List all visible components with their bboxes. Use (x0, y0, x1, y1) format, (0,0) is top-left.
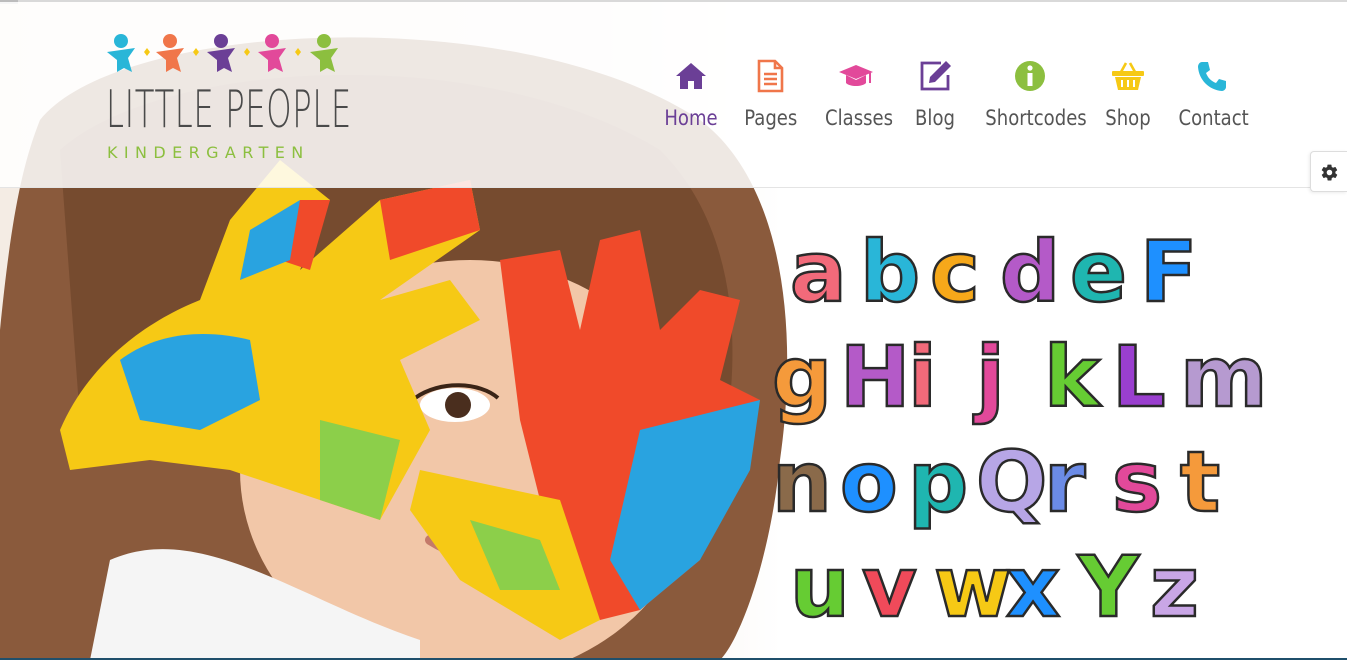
alphabet-letter: z (1149, 538, 1200, 636)
edit-icon (920, 61, 951, 91)
alphabet-letter: i (907, 328, 938, 426)
nav-pages-label: Pages (744, 106, 798, 130)
alphabet-letter: c (929, 223, 981, 321)
home-icon (676, 63, 706, 89)
basket-icon (1112, 62, 1144, 90)
nav-shop-label: Shop (1105, 106, 1151, 130)
gear-icon (1321, 164, 1338, 181)
alphabet-letter: b (859, 223, 922, 321)
logo-subtitle: KINDERGARTEN (107, 143, 310, 162)
alphabet-letter: p (907, 433, 970, 531)
alphabet-letter: v (861, 538, 918, 636)
nav-blog[interactable]: Blog (907, 54, 963, 144)
alphabet-letter: w (933, 538, 1013, 636)
nav-contact-label: Contact (1178, 106, 1249, 130)
alphabet-letter: H (839, 328, 912, 426)
nav-shortcodes-label: Shortcodes (985, 106, 1087, 130)
alphabet-letter: d (999, 223, 1062, 321)
alphabet-letter: t (1179, 433, 1222, 531)
info-icon (1015, 61, 1045, 91)
alphabet-letter: s (1111, 433, 1164, 531)
alphabet-letter: F (1139, 223, 1199, 321)
alphabet-letter: m (1179, 328, 1269, 426)
graduation-cap-icon (839, 65, 873, 86)
alphabet-letter: u (789, 538, 851, 636)
nav-contact[interactable]: Contact (1173, 54, 1251, 144)
alphabet-letter: Q (975, 433, 1049, 531)
alphabet-letter: a (789, 223, 848, 321)
phone-icon (1198, 62, 1226, 91)
nav-classes[interactable]: Classes (820, 54, 894, 144)
site-logo[interactable]: LITTLE PEOPLE KINDERGARTEN (104, 32, 352, 167)
logo-kids-icon (107, 34, 338, 72)
page-icon (757, 59, 784, 93)
alphabet-letter: x (1005, 538, 1062, 636)
nav-shortcodes[interactable]: Shortcodes (978, 54, 1087, 144)
alphabet-letter: o (839, 433, 899, 531)
nav-home-label: Home (664, 106, 718, 130)
nav-home[interactable]: Home (659, 54, 723, 144)
alphabet-letter: j (975, 328, 1006, 426)
alphabet-artwork: abcdeF gHijkLm nopQrst uvwxYz (771, 223, 1282, 650)
nav-blog-label: Blog (915, 106, 955, 130)
nav-shop[interactable]: Shop (1100, 54, 1156, 144)
nav-pages[interactable]: Pages (740, 54, 800, 144)
alphabet-letter: n (771, 433, 833, 531)
alphabet-letter: k (1043, 328, 1101, 426)
alphabet-letter: L (1111, 328, 1167, 426)
site-header: LITTLE PEOPLE KINDERGARTEN Home Pages Cl… (0, 2, 1347, 188)
alphabet-letter: e (1069, 223, 1128, 321)
alphabet-letter: r (1043, 433, 1087, 531)
settings-toggle-button[interactable] (1310, 151, 1347, 192)
alphabet-letter: g (771, 328, 834, 426)
nav-classes-label: Classes (825, 106, 894, 130)
alphabet-letter: Y (1077, 538, 1140, 636)
logo-title: LITTLE PEOPLE (106, 80, 352, 140)
